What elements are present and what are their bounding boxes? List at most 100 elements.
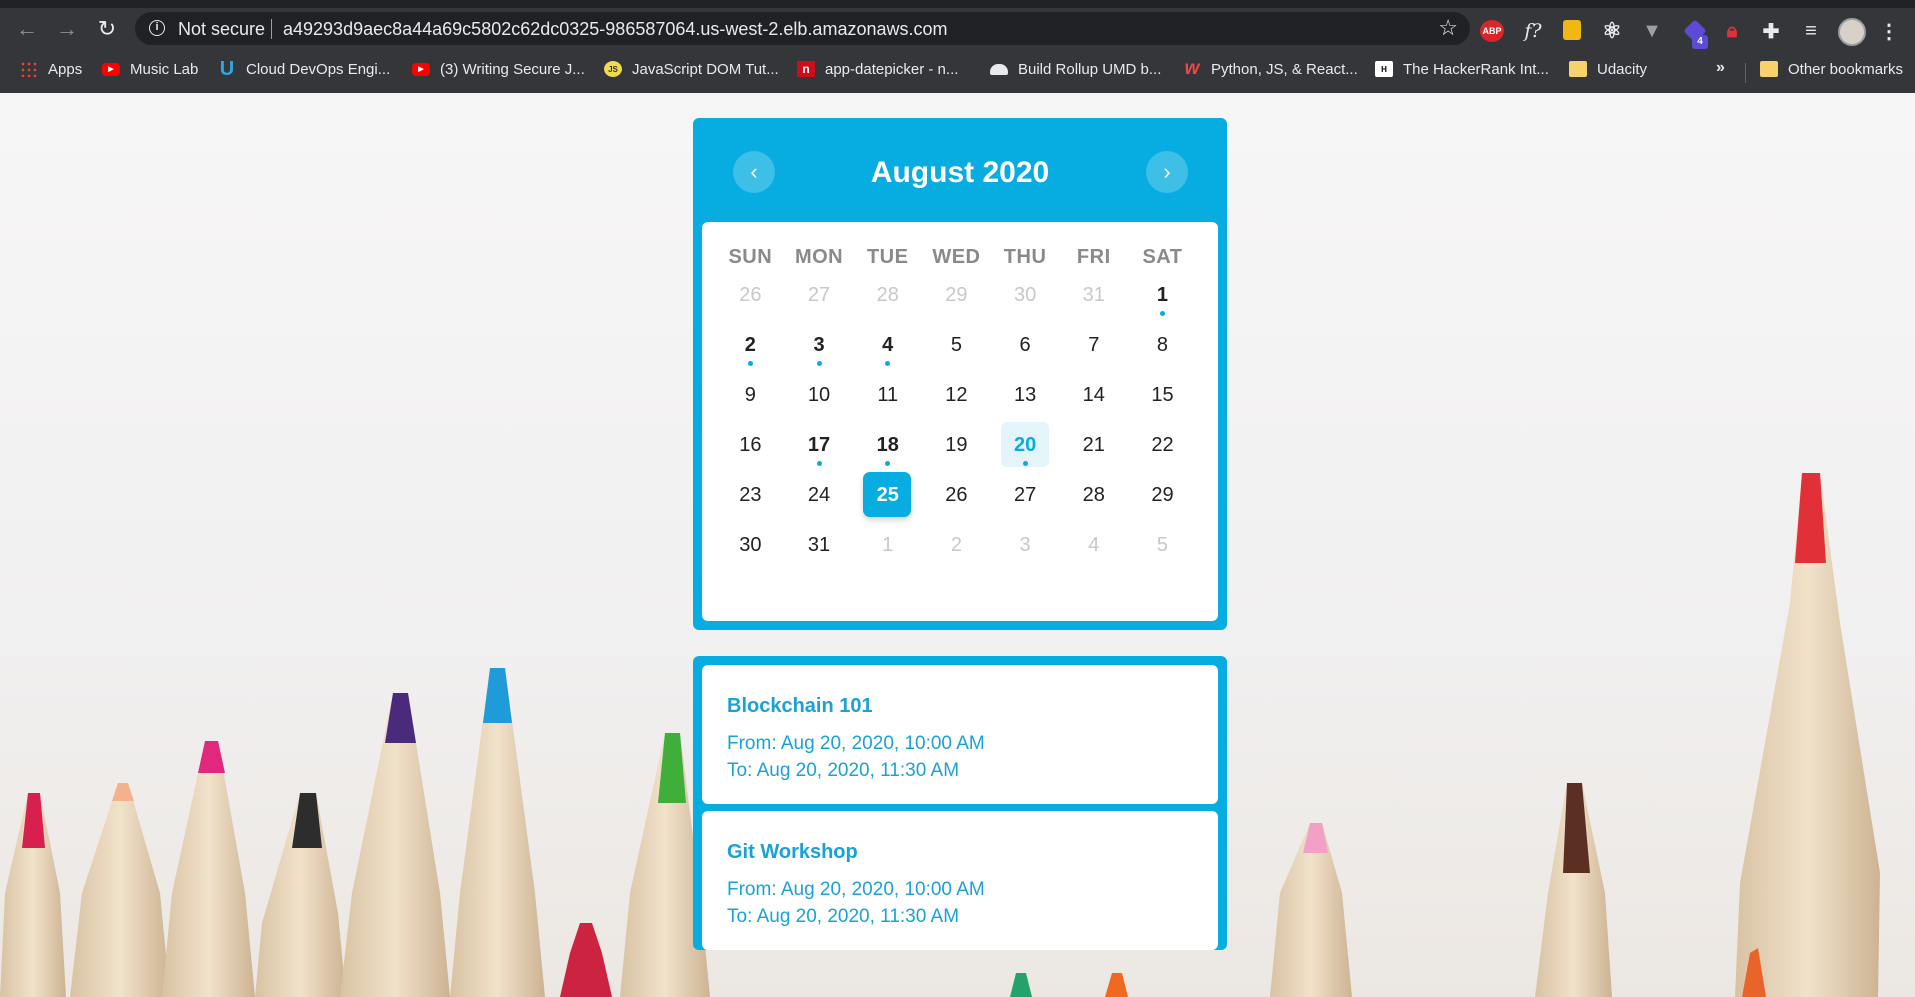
calendar-day[interactable]: 22 (1128, 426, 1197, 476)
calendar-day[interactable]: 5 (922, 326, 991, 376)
calendar-day[interactable]: 2 (716, 326, 785, 376)
event-end-time: To: Aug 20, 2020, 11:30 AM (727, 906, 960, 927)
calendar-day-today[interactable]: 25 (853, 472, 922, 526)
bookmarks-overflow-chevron-icon[interactable]: » (1716, 59, 1725, 77)
calendar-day[interactable]: 30 (716, 526, 785, 576)
next-month-chevron-right-icon[interactable]: › (1146, 151, 1188, 193)
calendar-day-number: 4 (1088, 534, 1100, 556)
profile-avatar[interactable] (1838, 18, 1866, 46)
calendar-day[interactable]: 31 (1059, 276, 1128, 326)
bookmark-label: Cloud DevOps Engi... (246, 60, 391, 78)
calendar-day[interactable]: 6 (991, 326, 1060, 376)
info-icon[interactable]: i (149, 20, 165, 36)
back-arrow-icon[interactable]: ← (14, 16, 40, 42)
calculator-extension-icon[interactable] (1563, 20, 1581, 40)
weekday-header-row: SUN MON TUE WED THU FRI SAT (716, 246, 1196, 276)
event-indicator-dot (816, 361, 822, 366)
calendar-day[interactable]: 1 (853, 526, 922, 576)
calendar-day-number: 26 (945, 484, 968, 506)
font-finder-icon[interactable]: f? (1520, 20, 1546, 42)
bookmark-python-js-react[interactable]: w Python, JS, & React... (1183, 58, 1358, 80)
event-indicator-dot (1022, 461, 1028, 466)
calendar-day[interactable]: 14 (1059, 376, 1128, 426)
bookmark-music-lab[interactable]: ▶ Music Lab (102, 58, 198, 80)
calendar-day[interactable]: 27 (991, 476, 1060, 526)
bookmark-writing-secure[interactable]: ▶ (3) Writing Secure J... (412, 58, 585, 80)
media-control-icon[interactable]: ≡ (1800, 20, 1822, 42)
bookmark-app-datepicker[interactable]: n app-datepicker - n... (797, 58, 958, 80)
calendar-day[interactable]: 8 (1128, 326, 1197, 376)
calendar-day[interactable]: 12 (922, 376, 991, 426)
other-bookmarks[interactable]: Other bookmarks (1760, 58, 1903, 80)
event-start-time: From: Aug 20, 2020, 10:00 AM (727, 733, 985, 754)
calendar-day[interactable]: 1 (1128, 276, 1197, 326)
event-card[interactable]: Blockchain 101 From: Aug 20, 2020, 10:00… (702, 665, 1218, 804)
calendar-day-number: 13 (1013, 384, 1037, 406)
calendar-day[interactable]: 15 (1128, 376, 1197, 426)
calendar-day[interactable]: 24 (785, 476, 854, 526)
vue-devtools-icon[interactable]: ▼ (1640, 20, 1664, 42)
calendar-grid: SUN MON TUE WED THU FRI SAT 26 27 28 29 30 31… (716, 246, 1196, 576)
calendar-day-number: 28 (1082, 484, 1105, 506)
calendar-day[interactable]: 27 (785, 276, 854, 326)
calendar-day[interactable]: 11 (853, 376, 922, 426)
calendar-day-number: 31 (807, 534, 831, 556)
url-text[interactable]: a49293d9aec8a44a69c5802c62dc0325-9865870… (283, 20, 948, 38)
calendar-day[interactable]: 29 (1128, 476, 1197, 526)
bookmark-udacity-folder[interactable]: Udacity (1569, 58, 1647, 80)
calendar-day[interactable]: 30 (991, 276, 1060, 326)
bookmark-js-dom[interactable]: JS JavaScript DOM Tut... (604, 58, 779, 80)
calendar-day-number: 24 (807, 484, 831, 506)
reload-icon[interactable]: ↻ (94, 16, 120, 42)
event-title: Blockchain 101 (727, 695, 873, 717)
bookmark-apps[interactable]: Apps (20, 58, 82, 80)
bookmark-hackerrank[interactable]: H The HackerRank Int... (1375, 58, 1549, 80)
calendar-day[interactable]: 2 (922, 526, 991, 576)
calendar-day[interactable]: 23 (716, 476, 785, 526)
calendar-day[interactable]: 28 (853, 276, 922, 326)
react-devtools-icon[interactable]: ⚛ (1600, 18, 1624, 43)
calendar-day-number: 22 (1151, 434, 1174, 456)
weekday-label: SUN (728, 246, 773, 268)
calendar-day[interactable]: 21 (1059, 426, 1128, 476)
calendar-day[interactable]: 5 (1128, 526, 1197, 576)
page-viewport: ‹ August 2020 › SUN MON TUE WED THU FRI … (0, 93, 1915, 997)
calendar-day[interactable]: 4 (853, 326, 922, 376)
calendar-day-number: 2 (744, 334, 756, 356)
security-label[interactable]: Not secure (178, 20, 265, 38)
calendar-day[interactable]: 3 (785, 326, 854, 376)
calendar-day[interactable]: 31 (785, 526, 854, 576)
calendar-day-number: 20 (1013, 434, 1037, 456)
calendar-day[interactable]: 29 (922, 276, 991, 326)
adblock-plus-icon[interactable]: ABP (1480, 20, 1504, 42)
calendar-day[interactable]: 9 (716, 376, 785, 426)
calendar-day[interactable]: 13 (991, 376, 1060, 426)
js-icon: JS (604, 61, 622, 77)
address-bar[interactable]: i Not secure a49293d9aec8a44a69c5802c62d… (135, 12, 1470, 45)
extensions-puzzle-icon[interactable]: ✚ (1760, 20, 1782, 43)
calendar-day[interactable]: 17 (785, 426, 854, 476)
bookmark-star-icon[interactable]: ☆ (1438, 16, 1458, 40)
calendar-day[interactable]: 18 (853, 426, 922, 476)
calendar-day[interactable]: 28 (1059, 476, 1128, 526)
calendar-day-number: 19 (945, 434, 968, 456)
lock-extension-icon[interactable]: 🔒︎ (1722, 20, 1742, 42)
bookmark-label: Music Lab (130, 60, 199, 78)
calendar-day[interactable]: 26 (716, 276, 785, 326)
bookmark-cloud-devops[interactable]: U Cloud DevOps Engi... (218, 58, 390, 80)
calendar-day[interactable]: 10 (785, 376, 854, 426)
calendar-week-row: 26 27 28 29 30 31 1 (716, 276, 1196, 326)
calendar-day[interactable]: 16 (716, 426, 785, 476)
calendar-day-number: 18 (876, 434, 899, 456)
calendar-day-selected[interactable]: 20 (991, 422, 1060, 476)
youtube-icon: ▶ (412, 62, 430, 76)
calendar-day[interactable]: 4 (1059, 526, 1128, 576)
calendar-day[interactable]: 3 (991, 526, 1060, 576)
calendar-day[interactable]: 19 (922, 426, 991, 476)
calendar-day[interactable]: 26 (922, 476, 991, 526)
forward-arrow-icon[interactable]: → (54, 16, 80, 42)
event-card[interactable]: Git Workshop From: Aug 20, 2020, 10:00 A… (702, 811, 1218, 950)
bookmark-rollup[interactable]: Build Rollup UMD b... (990, 58, 1161, 80)
calendar-day[interactable]: 7 (1059, 326, 1128, 376)
kebab-menu-icon[interactable]: ⋮ (1879, 20, 1899, 43)
